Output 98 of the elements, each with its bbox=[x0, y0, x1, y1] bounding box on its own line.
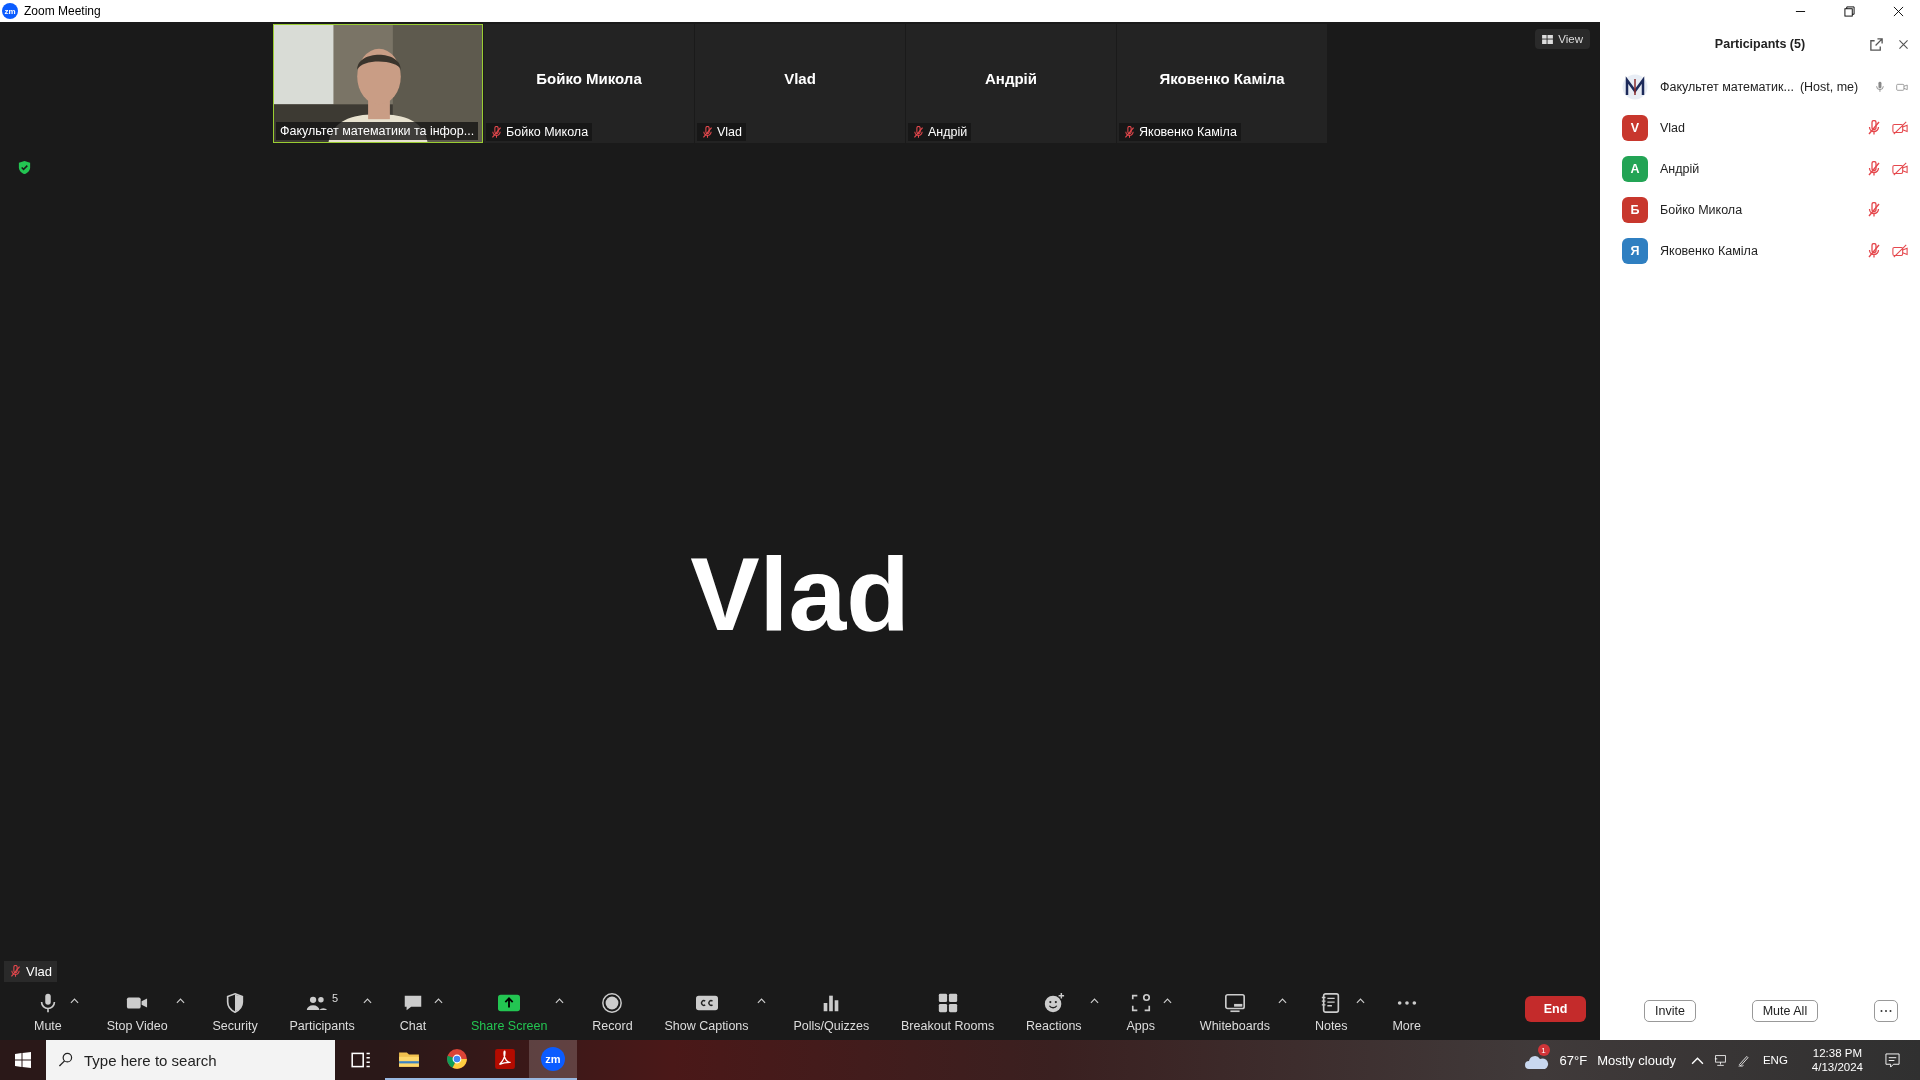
network-icon[interactable] bbox=[1713, 1053, 1727, 1067]
avatar: Б bbox=[1622, 196, 1648, 223]
participant-name: Бойко Микола bbox=[1660, 202, 1743, 217]
view-button[interactable]: View bbox=[1535, 29, 1590, 49]
more-icon bbox=[1880, 1009, 1892, 1013]
grid-icon bbox=[936, 991, 959, 1014]
panel-title: Participants (5) bbox=[1714, 37, 1806, 51]
avatar: Я bbox=[1622, 237, 1648, 264]
camera-off-icon[interactable] bbox=[1892, 119, 1908, 136]
participant-name: Яковенко Каміла bbox=[1660, 243, 1758, 258]
participant-name: Яковенко Каміла bbox=[1159, 70, 1285, 87]
toolbar-button[interactable]: Security bbox=[208, 989, 262, 1035]
label-text: Vlad bbox=[26, 964, 53, 979]
toolbar-button[interactable]: Stop Video bbox=[102, 989, 172, 1035]
windows-start-icon[interactable] bbox=[15, 1052, 31, 1068]
pen-icon[interactable] bbox=[1736, 1053, 1750, 1067]
clock-time[interactable]: 12:38 PM bbox=[1812, 1047, 1863, 1059]
caret-icon[interactable] bbox=[1278, 997, 1288, 1004]
participant-row[interactable]: Факультет математик... (Host, me) bbox=[1600, 66, 1920, 107]
pdf-icon bbox=[494, 1048, 516, 1070]
toolbar-button[interactable]: 5 Participants bbox=[285, 989, 359, 1035]
toolbar-button[interactable]: Whiteboards bbox=[1195, 989, 1275, 1035]
grid-icon bbox=[1542, 34, 1554, 44]
apps-icon bbox=[1129, 991, 1152, 1014]
shield-check-icon[interactable] bbox=[17, 160, 32, 175]
toolbar-button[interactable]: Record bbox=[588, 989, 637, 1035]
participant-name: Андрій bbox=[985, 70, 1037, 87]
participant-row[interactable]: V Vlad bbox=[1600, 107, 1920, 148]
pop-out-icon[interactable] bbox=[1869, 36, 1884, 52]
chrome-icon bbox=[446, 1048, 468, 1070]
search-field[interactable]: Type here to search bbox=[46, 1040, 335, 1080]
zoom-logo: zm bbox=[2, 3, 18, 19]
close-icon[interactable] bbox=[1897, 37, 1910, 51]
toolbar-button[interactable]: More bbox=[1388, 989, 1425, 1035]
caret-icon[interactable] bbox=[555, 997, 565, 1004]
panel-button[interactable]: Invite bbox=[1644, 1000, 1696, 1022]
label-text: Яковенко Каміла bbox=[1139, 125, 1237, 139]
toolbar-button[interactable]: Reactions bbox=[1022, 989, 1086, 1035]
caret-icon[interactable] bbox=[362, 997, 372, 1004]
caret-icon[interactable] bbox=[1355, 997, 1365, 1004]
window-title: Zoom Meeting bbox=[24, 4, 101, 18]
notification-icon[interactable] bbox=[1885, 1052, 1900, 1068]
panel-button[interactable]: Mute All bbox=[1751, 1000, 1819, 1022]
end-button[interactable]: End bbox=[1525, 996, 1586, 1022]
label-text: Vlad bbox=[717, 125, 743, 139]
participant-row[interactable]: Б Бойко Микола bbox=[1600, 189, 1920, 230]
label-text: Бойко Микола bbox=[506, 125, 589, 139]
video-tile[interactable]: Vlad Vlad bbox=[695, 24, 905, 143]
participant-name: Андрій bbox=[1660, 161, 1700, 176]
avatar: А bbox=[1622, 155, 1648, 182]
zoom-logo: zm bbox=[541, 1047, 565, 1071]
caret-icon[interactable] bbox=[69, 997, 79, 1004]
close-icon[interactable] bbox=[1893, 5, 1904, 17]
taskbar-app[interactable]: zm bbox=[529, 1040, 577, 1080]
search-icon bbox=[58, 1052, 73, 1067]
notification-badge: 1 bbox=[1537, 1044, 1550, 1056]
video-tile[interactable]: Бойко Микола Бойко Микола bbox=[484, 24, 694, 143]
participant-count: 5 bbox=[332, 991, 339, 1004]
toolbar-button[interactable]: Polls/Quizzes bbox=[789, 989, 874, 1035]
toolbar-button[interactable]: Breakout Rooms bbox=[897, 989, 999, 1035]
label-text: Факультет математики та інфор... bbox=[280, 124, 475, 138]
whiteboard-icon bbox=[1223, 991, 1246, 1014]
toolbar-button[interactable]: Share Screen bbox=[467, 989, 552, 1035]
participant-row[interactable]: Я Яковенко Каміла bbox=[1600, 230, 1920, 271]
participant-name: Бойко Микола bbox=[536, 70, 642, 87]
caret-icon[interactable] bbox=[434, 997, 444, 1004]
label-text: Андрій bbox=[928, 125, 968, 139]
avatar: V bbox=[1622, 114, 1648, 141]
participant-name: Vlad bbox=[1660, 120, 1686, 135]
caret-icon[interactable] bbox=[1163, 997, 1172, 1004]
camera-off-icon[interactable] bbox=[1892, 242, 1908, 259]
participant-row[interactable]: А Андрій bbox=[1600, 148, 1920, 189]
caret-icon[interactable] bbox=[1089, 997, 1099, 1004]
participant-name: Факультет математик... bbox=[1660, 79, 1794, 94]
record-icon bbox=[601, 991, 624, 1014]
video-tile[interactable]: Факультет математики та інфор... bbox=[273, 24, 483, 143]
more-icon bbox=[1395, 1000, 1418, 1005]
speaker-name: Vlad bbox=[690, 535, 910, 654]
more-button[interactable] bbox=[1874, 1000, 1898, 1022]
participant-role: (Host, me) bbox=[1799, 79, 1859, 94]
toolbar-button[interactable]: Notes bbox=[1310, 989, 1352, 1035]
temperature[interactable]: 67°F bbox=[1559, 1052, 1588, 1068]
video-tile[interactable]: Яковенко Каміла Яковенко Каміла bbox=[1117, 24, 1327, 143]
clock-date[interactable]: 4/13/2024 bbox=[1811, 1061, 1863, 1073]
language-indicator[interactable]: ENG bbox=[1762, 1054, 1788, 1066]
logo-avatar bbox=[1622, 73, 1648, 100]
camera-off-icon[interactable] bbox=[1892, 160, 1908, 177]
caret-icon[interactable] bbox=[175, 997, 185, 1004]
caret-icon[interactable] bbox=[756, 997, 766, 1004]
restore-icon[interactable] bbox=[1844, 5, 1855, 17]
toolbar-button[interactable]: Show Captions bbox=[660, 989, 753, 1035]
smiley-icon bbox=[1042, 991, 1065, 1014]
toolbar-button[interactable]: Mute bbox=[30, 989, 66, 1035]
toolbar-button[interactable]: Chat bbox=[395, 989, 431, 1035]
toolbar-button[interactable]: Apps bbox=[1122, 989, 1159, 1035]
video-tile[interactable]: Андрій Андрій bbox=[906, 24, 1116, 143]
weather-text[interactable]: Mostly cloudy bbox=[1597, 1052, 1676, 1068]
participant-name: Vlad bbox=[784, 70, 816, 87]
